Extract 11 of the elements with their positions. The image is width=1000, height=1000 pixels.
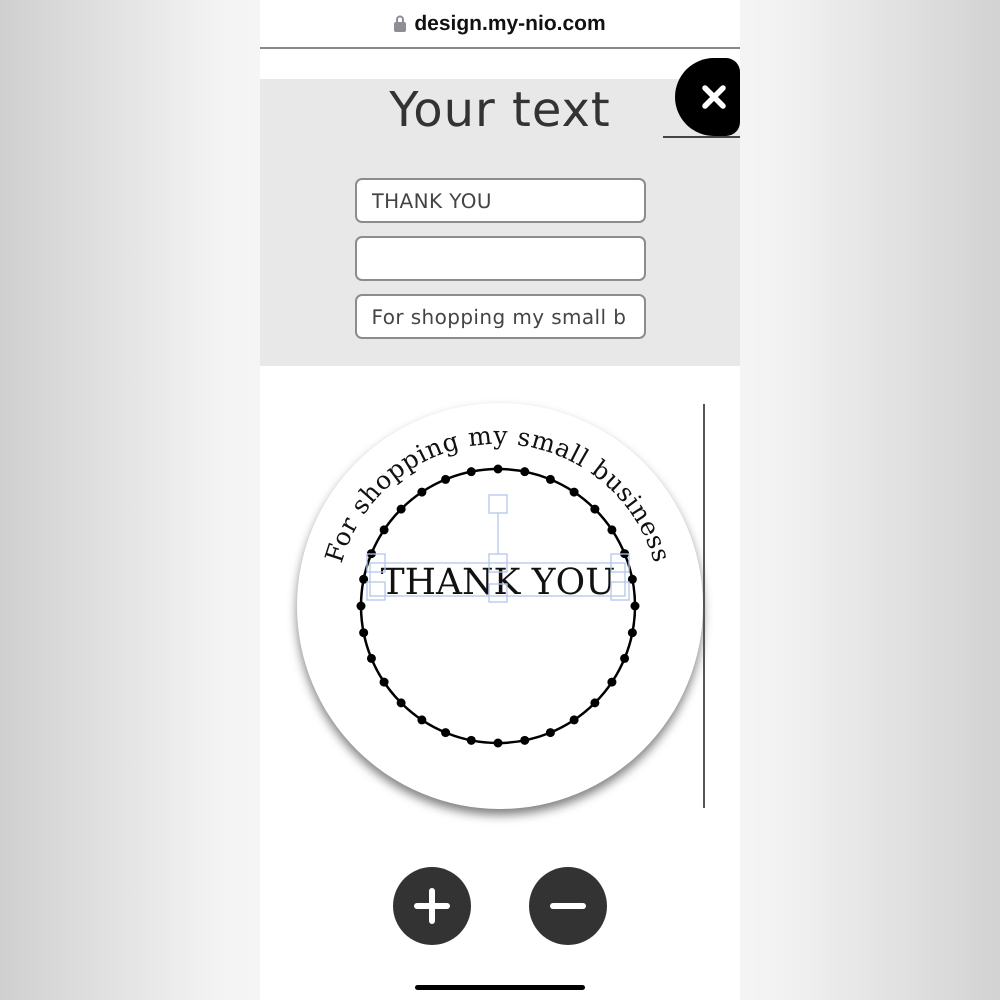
text-field[interactable]: For shopping my small b xyxy=(354,294,646,339)
url-text[interactable]: design.my-nio.com xyxy=(414,13,606,34)
minus-icon xyxy=(550,903,586,909)
text-field[interactable] xyxy=(354,236,646,281)
text-field[interactable]: THANK YOU xyxy=(354,178,646,223)
panel-title: Your text xyxy=(389,82,611,138)
center-text[interactable]: THANK YOU xyxy=(380,562,616,603)
close-icon xyxy=(701,84,727,110)
rotate-handle[interactable] xyxy=(488,494,508,554)
close-button[interactable] xyxy=(675,58,740,136)
plus-icon xyxy=(414,888,450,924)
